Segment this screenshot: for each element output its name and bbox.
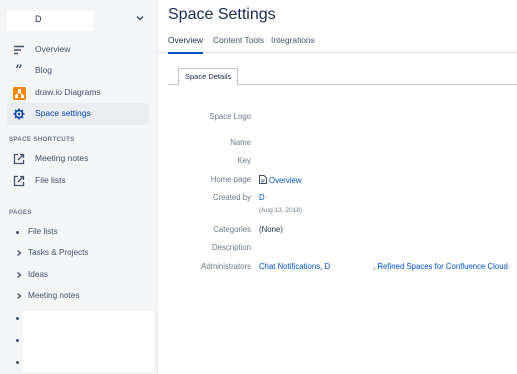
sidebar: D Overview ” Blog draw.io Diagrams Space… xyxy=(0,0,158,374)
page-tree-item-bullet[interactable] xyxy=(16,339,19,342)
sidebar-item-label: Blog xyxy=(35,65,53,75)
shortcut-label: File lists xyxy=(35,175,66,185)
page-tree-item-file-lists[interactable]: File lists xyxy=(7,223,149,241)
gear-icon xyxy=(12,107,26,121)
administrators-value: Chat Notifications, D, Refined Spaces fo… xyxy=(259,262,508,272)
sidebar-item-label: draw.io Diagrams xyxy=(35,87,101,97)
chevron-down-icon[interactable] xyxy=(135,13,145,23)
page-tree-item-meeting-notes[interactable]: Meeting notes xyxy=(7,287,149,305)
external-link-icon xyxy=(12,174,26,188)
tab-content-tools[interactable]: Content Tools xyxy=(213,35,264,52)
page-tree-item-tasks-projects[interactable]: Tasks & Projects xyxy=(7,244,149,262)
space-avatar xyxy=(7,11,93,31)
chevron-right-icon[interactable] xyxy=(15,249,23,257)
admin-link-chat-notifications[interactable]: Chat Notifications xyxy=(259,262,320,271)
tab-space-details[interactable]: Space Details xyxy=(178,68,239,86)
sidebar-item-space-settings[interactable]: Space settings xyxy=(7,103,149,125)
sidebar-item-overview[interactable]: Overview xyxy=(7,39,149,61)
tab-bar: Overview Content Tools Integrations xyxy=(158,30,517,54)
page-label: Tasks & Projects xyxy=(28,248,89,257)
key-label: Key xyxy=(237,156,251,165)
home-page-label: Home page xyxy=(210,175,251,184)
created-by-link[interactable]: D xyxy=(259,193,265,202)
page-tree-item-bullet[interactable] xyxy=(16,361,19,364)
space-header[interactable]: D xyxy=(0,8,157,34)
shortcut-meeting-notes[interactable]: Meeting notes xyxy=(7,148,149,170)
name-label: Name xyxy=(230,138,251,147)
page-label: Ideas xyxy=(28,270,49,279)
sidebar-item-blog[interactable]: ” Blog xyxy=(7,60,149,82)
page-icon xyxy=(259,175,267,184)
space-shortcuts-heading: SPACE SHORTCUTS xyxy=(9,136,75,143)
overview-lines-icon xyxy=(12,43,26,57)
redacted-page-list xyxy=(23,311,154,372)
tab-integrations[interactable]: Integrations xyxy=(271,35,315,52)
bullet-icon xyxy=(16,231,19,234)
page-tree-item-bullet[interactable] xyxy=(16,317,19,320)
admin-link-refined-spaces[interactable]: , Refined Spaces for Confluence Cloud xyxy=(373,262,508,271)
main-content: Space Settings Overview Content Tools In… xyxy=(158,0,517,374)
chevron-right-icon[interactable] xyxy=(15,271,23,279)
drawio-icon xyxy=(12,86,26,100)
subtab-bar: Space Details xyxy=(168,68,517,86)
created-by-label: Created by xyxy=(212,193,251,202)
created-date: (Aug 13, 2018) xyxy=(259,207,303,214)
page-title: Space Settings xyxy=(168,6,276,23)
description-label: Description xyxy=(212,243,251,252)
page-label: Meeting notes xyxy=(28,291,80,300)
shortcut-file-lists[interactable]: File lists xyxy=(7,170,149,192)
categories-label: Categories xyxy=(213,225,251,234)
pages-heading: PAGES xyxy=(9,209,32,216)
tab-overview[interactable]: Overview xyxy=(168,35,203,54)
admin-separator: , xyxy=(320,262,323,271)
space-logo-label: Space Logo xyxy=(209,112,251,121)
home-page-link[interactable]: Overview xyxy=(269,176,302,185)
sidebar-item-label: Space settings xyxy=(35,108,91,118)
categories-value: (None) xyxy=(259,225,283,234)
administrators-label: Administrators xyxy=(201,262,251,271)
redacted-name xyxy=(330,262,374,272)
quote-icon: ” xyxy=(15,63,23,78)
chevron-right-icon[interactable] xyxy=(15,292,23,300)
sidebar-item-drawio[interactable]: draw.io Diagrams xyxy=(7,82,149,104)
home-page-value: Overview xyxy=(259,175,302,185)
page-label: File lists xyxy=(28,227,58,236)
space-name: D xyxy=(35,14,42,24)
page-tree-item-ideas[interactable]: Ideas xyxy=(7,266,149,284)
shortcut-label: Meeting notes xyxy=(35,153,89,163)
sidebar-item-label: Overview xyxy=(35,44,71,54)
external-link-icon xyxy=(12,152,26,166)
